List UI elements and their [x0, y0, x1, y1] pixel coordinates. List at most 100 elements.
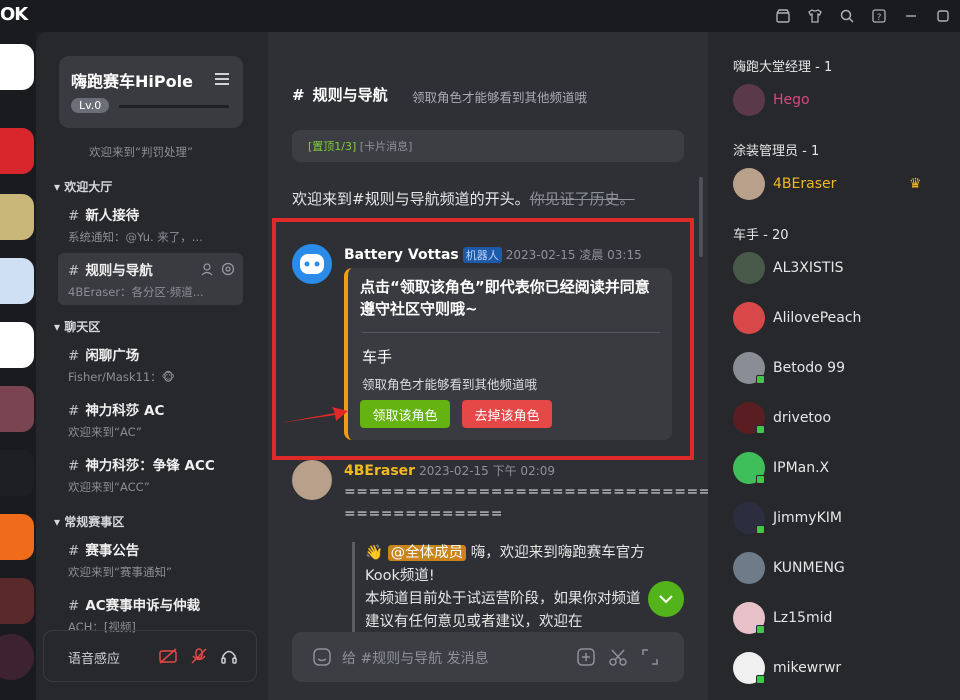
- channel-item-acc[interactable]: # 神力科莎：争锋 ACC 欢迎来到“ACC”: [58, 448, 243, 500]
- channel-item-announcements[interactable]: # 赛事公告 欢迎来到“赛事通知”: [58, 533, 243, 585]
- message-composer[interactable]: 给 #规则与导航 发消息: [292, 632, 684, 682]
- scroll-down-button[interactable]: [648, 581, 684, 617]
- avatar: [733, 302, 765, 334]
- category-label: 聊天区: [64, 320, 101, 334]
- role-group-header: 涂装管理员 - 1: [733, 144, 820, 159]
- member-name: mikewrwr: [773, 660, 842, 676]
- member-item[interactable]: JimmyKIM: [733, 502, 953, 538]
- channel-sidebar: 嗨跑赛车HiPole Lv.0 欢迎来到“判罚处理” ▾ 欢迎大厅 # 新人接待 …: [36, 32, 268, 700]
- server-anime[interactable]: [0, 386, 34, 432]
- help-icon[interactable]: ?: [870, 7, 888, 25]
- category-chat[interactable]: ▾ 聊天区: [54, 318, 100, 335]
- emoji-icon[interactable]: [312, 647, 332, 671]
- video-off-icon[interactable]: [158, 647, 178, 669]
- menu-icon[interactable]: [215, 70, 229, 89]
- guild-header[interactable]: 嗨跑赛车HiPole Lv.0: [59, 56, 243, 128]
- server-white-logo[interactable]: [0, 322, 34, 368]
- add-attachment-icon[interactable]: [576, 647, 596, 671]
- member-item[interactable]: 4BEraser ♛: [733, 168, 953, 204]
- category-events[interactable]: ▾ 常规赛事区: [54, 513, 124, 530]
- member-list: 嗨跑大堂经理 - 1 Hego 涂装管理员 - 1 4BEraser ♛ 车手 …: [708, 32, 960, 700]
- level-progress-bar: [119, 105, 229, 108]
- member-item[interactable]: Hego: [733, 84, 953, 120]
- scissors-icon[interactable]: [608, 647, 628, 671]
- member-name: 4BEraser: [773, 176, 837, 192]
- maximize-icon[interactable]: [934, 7, 952, 25]
- minimize-icon[interactable]: [902, 7, 920, 25]
- member-item[interactable]: AlilovePeach: [733, 302, 953, 338]
- category-welcome[interactable]: ▾ 欢迎大厅: [54, 178, 112, 195]
- channel-title: # 规则与导航: [292, 84, 388, 105]
- avatar: [733, 84, 765, 116]
- store-icon[interactable]: [774, 7, 792, 25]
- server-t[interactable]: [0, 450, 34, 496]
- member-item[interactable]: Lz15mid: [733, 602, 953, 638]
- title-bar-icons: ?: [774, 7, 952, 25]
- member-item[interactable]: mikewrwr: [733, 652, 953, 688]
- guild-name: 嗨跑赛车HiPole: [71, 72, 193, 91]
- settings-icon[interactable]: [221, 261, 235, 280]
- expand-icon[interactable]: [640, 647, 660, 671]
- user-message-avatar[interactable]: [292, 460, 332, 500]
- member-item[interactable]: IPMan.X: [733, 452, 953, 488]
- member-item[interactable]: AL3XISTIS: [733, 252, 953, 288]
- voice-label: 语音感应: [68, 652, 121, 667]
- mention-everyone[interactable]: @全体成员: [387, 545, 467, 561]
- online-status-icon: [756, 525, 765, 534]
- search-icon[interactable]: [838, 7, 856, 25]
- voice-panel: 语音感应: [43, 630, 257, 682]
- channel-item-ac[interactable]: # 神力科莎 AC 欢迎来到“AC”: [58, 393, 243, 445]
- online-status-icon: [756, 625, 765, 634]
- message-line: 建议有任何意见或者建议，欢迎在: [365, 614, 583, 630]
- member-name: Betodo 99: [773, 360, 845, 376]
- channel-name: 新人接待: [85, 208, 140, 224]
- member-name: Lz15mid: [773, 610, 833, 626]
- welcome-text: 欢迎来到#规则与导航频道的开头。: [292, 190, 530, 208]
- title-bar: OK ?: [0, 0, 960, 32]
- user-author[interactable]: 4BEraser: [344, 463, 415, 479]
- avatar: [733, 252, 765, 284]
- channel-topic: 领取角色才能够看到其他频道哦: [412, 90, 588, 105]
- channel-preview: 欢迎来到“AC”: [68, 425, 142, 439]
- server-orange[interactable]: [0, 514, 34, 560]
- online-status-icon: [756, 475, 765, 484]
- separator-line: =============: [344, 506, 503, 522]
- online-status-icon: [756, 675, 765, 684]
- server-kook-home[interactable]: [0, 44, 34, 90]
- headphones-icon[interactable]: [220, 647, 238, 669]
- server-khaki[interactable]: [0, 194, 34, 240]
- channel-preview: 系统通知：@Yu. 来了，...: [68, 230, 203, 244]
- member-item[interactable]: KUNMENG: [733, 552, 953, 588]
- server-dark-red[interactable]: [0, 578, 34, 624]
- mic-off-icon[interactable]: [190, 647, 208, 669]
- member-name: drivetoo: [773, 410, 832, 426]
- channel-title-text: 规则与导航: [312, 86, 388, 104]
- server-rail: [0, 32, 36, 700]
- wave-icon: 👋: [365, 545, 384, 561]
- channel-name: AC赛事申诉与仲裁: [85, 598, 201, 614]
- hash-icon: #: [68, 598, 80, 614]
- pin-text: [卡片消息]: [359, 140, 413, 153]
- hash-icon: #: [68, 263, 80, 279]
- member-name: AL3XISTIS: [773, 260, 844, 276]
- member-item[interactable]: drivetoo: [733, 402, 953, 438]
- app-window: OK ? 嗨跑赛车HiPole Lv.0 欢迎来到“判罚处理” ▾ 欢迎大厅 #…: [0, 0, 960, 700]
- shirt-icon[interactable]: [806, 7, 824, 25]
- channel-preview: Fisher/Mask11：🐵: [68, 370, 175, 384]
- channel-item-rules[interactable]: # 规则与导航 4BEraser：各分区·频道...: [58, 253, 243, 305]
- member-item[interactable]: Betodo 99: [733, 352, 953, 388]
- channel-item-newcomer[interactable]: # 新人接待 系统通知：@Yu. 来了，...: [58, 198, 243, 250]
- channel-preview: 欢迎来到“ACC”: [68, 480, 150, 494]
- composer-placeholder: 给 #规则与导航 发消息: [342, 651, 489, 667]
- server-light[interactable]: [0, 258, 34, 304]
- user-avatar[interactable]: [0, 634, 34, 680]
- add-user-icon[interactable]: [201, 261, 215, 280]
- online-status-icon: [756, 425, 765, 434]
- role-group-header: 车手 - 20: [733, 228, 789, 243]
- hash-icon: #: [68, 348, 80, 364]
- message-line: 本频道目前处于试运营阶段，如果你对频道: [365, 591, 641, 607]
- server-red[interactable]: [0, 128, 34, 174]
- pinned-message-bar[interactable]: [置顶1/3] [卡片消息]: [292, 130, 684, 162]
- chat-scrollbar[interactable]: [699, 177, 703, 257]
- channel-item-lounge[interactable]: # 闲聊广场 Fisher/Mask11：🐵: [58, 338, 243, 390]
